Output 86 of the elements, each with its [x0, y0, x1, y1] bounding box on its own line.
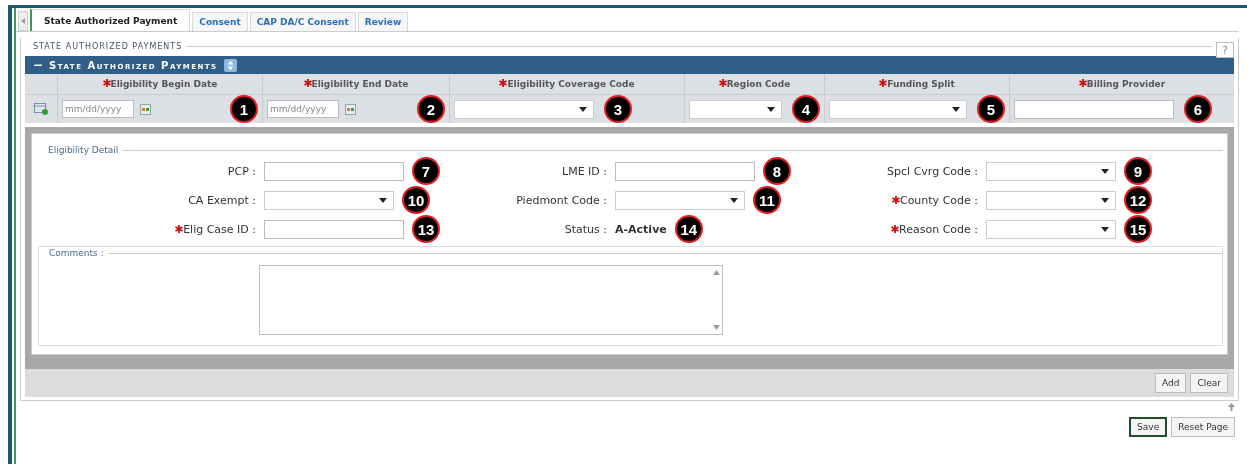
field-label: LME ID :	[561, 164, 607, 178]
dropdown[interactable]	[264, 190, 394, 210]
scroll-up-icon[interactable]	[712, 270, 720, 275]
column-header: Eligibility End Date	[303, 79, 409, 89]
caret-icon	[767, 106, 775, 112]
column-header: Funding Split	[879, 79, 955, 89]
callout-number: 14	[674, 215, 703, 243]
caret-icon	[1101, 197, 1109, 203]
field-label: Status :	[563, 222, 607, 236]
calendar-icon[interactable]	[345, 103, 356, 115]
column-header: Region Code	[718, 79, 791, 89]
caret-icon	[1101, 226, 1109, 232]
caret-icon	[379, 197, 387, 203]
section-title: STATE AUTHORIZED PAYMENTS	[32, 41, 183, 51]
callout-number: 11	[753, 186, 781, 214]
caret-icon	[579, 106, 587, 112]
required-icon	[1078, 79, 1087, 87]
caret-icon	[730, 197, 738, 203]
required-icon	[718, 79, 727, 87]
required-icon	[499, 79, 508, 87]
callout-number: 9	[1124, 157, 1152, 185]
comments-field[interactable]	[259, 265, 723, 335]
callout-number: 13	[412, 215, 440, 243]
comments-label: Comments :	[48, 248, 104, 258]
callout-number: 15	[1124, 215, 1152, 243]
callout-number: 7	[412, 157, 440, 185]
status-value: A-Active	[615, 222, 667, 236]
caret-icon	[952, 106, 960, 112]
page-action-button[interactable]: Reset Page	[1171, 417, 1235, 437]
required-icon	[175, 224, 184, 233]
callout-number: 6	[1184, 95, 1212, 123]
page-action-button[interactable]: Save	[1129, 417, 1168, 437]
input-field[interactable]	[1014, 99, 1174, 119]
callout-number: 2	[417, 95, 445, 123]
up-arrow-icon[interactable]	[1228, 403, 1235, 411]
caret-icon	[1101, 168, 1109, 174]
required-icon	[879, 79, 888, 87]
help-button[interactable]: ?	[1216, 42, 1234, 58]
field-label: PCP :	[226, 164, 256, 178]
tab[interactable]: Consent	[192, 12, 248, 31]
callout-number: 4	[792, 95, 820, 123]
tab[interactable]: State Authorized Payment	[30, 9, 191, 31]
dropdown[interactable]	[986, 161, 1116, 181]
column-header: Eligibility Begin Date	[102, 79, 218, 89]
date-field[interactable]: mm/dd/yyyy	[267, 100, 339, 118]
callout-number: 8	[763, 157, 791, 185]
input-field[interactable]	[615, 161, 755, 181]
column-header: Eligibility Coverage Code	[499, 79, 635, 89]
tab[interactable]: CAP DA/C Consent	[249, 12, 356, 31]
dropdown[interactable]	[829, 99, 967, 119]
collapse-button[interactable]: −	[33, 58, 44, 72]
caret-icon	[21, 18, 25, 24]
add-row-icon[interactable]	[34, 103, 48, 115]
dropdown[interactable]	[986, 190, 1116, 210]
field-label: CA Exempt :	[187, 193, 256, 207]
row-action-button[interactable]: Add	[1155, 373, 1187, 393]
callout-number: 12	[1124, 186, 1152, 214]
scroll-left-button[interactable]	[18, 11, 28, 31]
dropdown[interactable]	[689, 99, 782, 119]
column-header: Billing Provider	[1078, 79, 1166, 89]
tab[interactable]: Review	[357, 12, 409, 31]
field-label: Reason Code :	[848, 222, 978, 236]
dropdown[interactable]	[986, 219, 1116, 239]
field-label: Spcl Cvrg Code :	[886, 164, 978, 178]
input-field[interactable]	[264, 219, 404, 239]
required-icon	[891, 195, 900, 204]
required-icon	[303, 79, 312, 87]
dropdown[interactable]	[454, 99, 594, 119]
dropdown[interactable]	[615, 190, 745, 210]
input-field[interactable]	[264, 161, 404, 181]
field-label: Elig Case ID :	[38, 222, 256, 236]
panel-title: State Authorized Payments	[49, 59, 218, 71]
scroll-down-icon[interactable]	[712, 325, 720, 330]
date-field[interactable]: mm/dd/yyyy	[62, 100, 134, 118]
callout-number: 3	[604, 95, 632, 123]
field-label: County Code :	[848, 193, 978, 207]
field-label: Piedmont Code :	[515, 193, 607, 207]
callout-number: 10	[402, 186, 430, 214]
callout-number: 5	[977, 95, 1005, 123]
required-icon	[102, 79, 111, 87]
row-action-button[interactable]: Clear	[1190, 373, 1228, 393]
required-icon	[891, 224, 900, 233]
sort-icon[interactable]	[223, 58, 237, 72]
fieldset-title: Eligibility Detail	[47, 145, 119, 155]
callout-number: 1	[230, 95, 258, 123]
calendar-icon[interactable]	[140, 103, 151, 115]
